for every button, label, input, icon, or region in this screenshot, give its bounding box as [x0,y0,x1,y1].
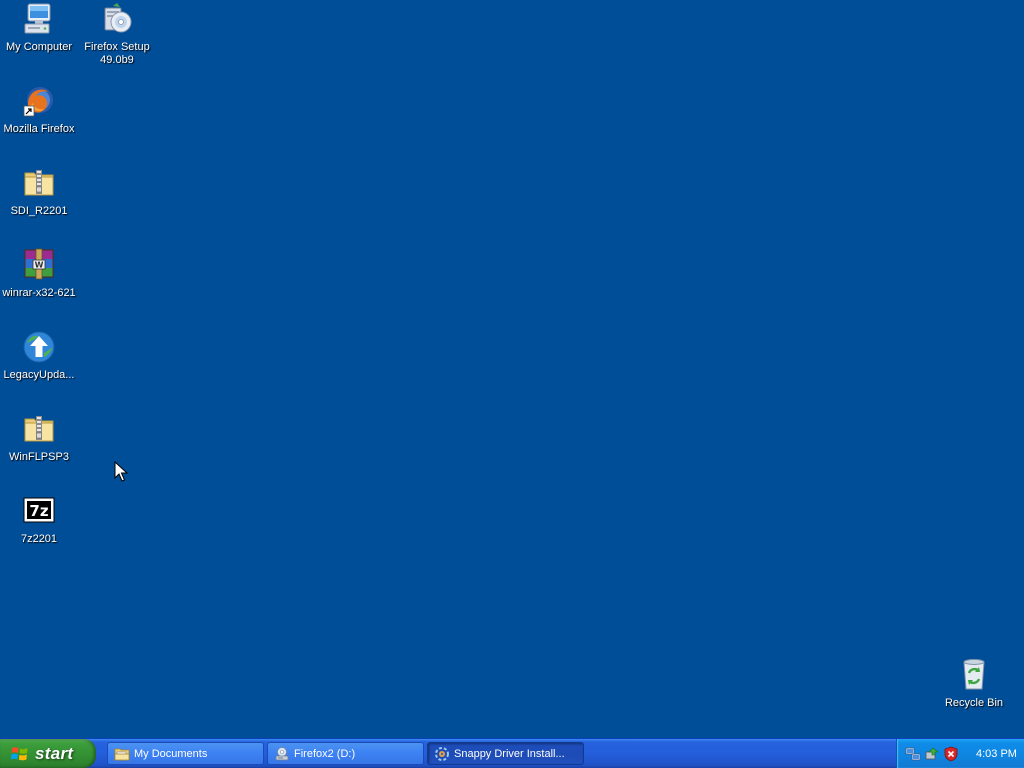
svg-text:W: W [35,261,44,270]
setup-installer-icon [100,2,134,36]
task-button-label: My Documents [134,747,208,760]
recycle-bin-icon [957,658,991,692]
desktop-icon-winflpsp3[interactable]: WinFLPSP3 [0,412,78,464]
taskbar: start My Documents Firefox2 (D:) Snappy … [0,738,1024,768]
desktop-icon-firefox-setup[interactable]: Firefox Setup 49.0b9 [78,2,156,67]
desktop-icon-mozilla-firefox[interactable]: Mozilla Firefox [0,84,78,136]
desktop-icon-7z2201[interactable]: 7z 7z2201 [0,494,78,546]
task-button-label: Snappy Driver Install... [454,747,565,760]
security-shield-icon[interactable] [943,746,959,762]
task-button-label: Firefox2 (D:) [294,747,356,760]
mouse-cursor-icon [114,460,129,483]
seven-zip-icon: 7z [22,494,56,528]
desktop-icon-label: WinFLPSP3 [9,451,69,463]
firefox-icon [22,84,56,118]
start-label: start [35,743,74,763]
cd-drive-icon [274,746,290,762]
desktop-icon-recycle-bin[interactable]: Recycle Bin [935,658,1013,710]
desktop-icon-label: 7z2201 [20,533,58,545]
desktop-icon-label: My Computer [5,41,73,53]
windows-logo-icon [10,745,30,763]
desktop-icon-label: LegacyUpda... [3,369,75,381]
safely-remove-hardware-icon[interactable] [924,746,940,762]
desktop-icon-label: Firefox Setup 49.0b9 [84,41,150,66]
desktop-icon-legacy-update[interactable]: LegacyUpda... [0,330,78,382]
desktop-icon-label: winrar-x32-621 [2,287,76,299]
start-button[interactable]: start [0,739,96,768]
legacy-update-icon [22,330,56,364]
zip-folder-icon [22,412,56,446]
desktop-icon-sdi-r2201[interactable]: SDI_R2201 [0,166,78,218]
winrar-icon: W [22,248,56,282]
task-button-snappy-driver[interactable]: Snappy Driver Install... [427,742,584,765]
desktop-icon-winrar[interactable]: W winrar-x32-621 [0,248,78,300]
network-icon[interactable] [905,746,921,762]
svg-text:7z: 7z [29,502,48,520]
my-computer-icon [22,2,56,36]
task-button-firefox2-drive[interactable]: Firefox2 (D:) [267,742,424,765]
desktop-icon-label: SDI_R2201 [10,205,68,217]
task-button-my-documents[interactable]: My Documents [107,742,264,765]
desktop-icon-label: Recycle Bin [944,697,1004,709]
desktop-icon-my-computer[interactable]: My Computer [0,2,78,54]
desktop-icon-label: Mozilla Firefox [3,123,75,135]
system-tray: 4:03 PM [896,739,1024,768]
zip-folder-icon [22,166,56,200]
clock[interactable]: 4:03 PM [976,748,1017,760]
snappy-driver-icon [434,746,450,762]
folder-icon [114,746,130,762]
